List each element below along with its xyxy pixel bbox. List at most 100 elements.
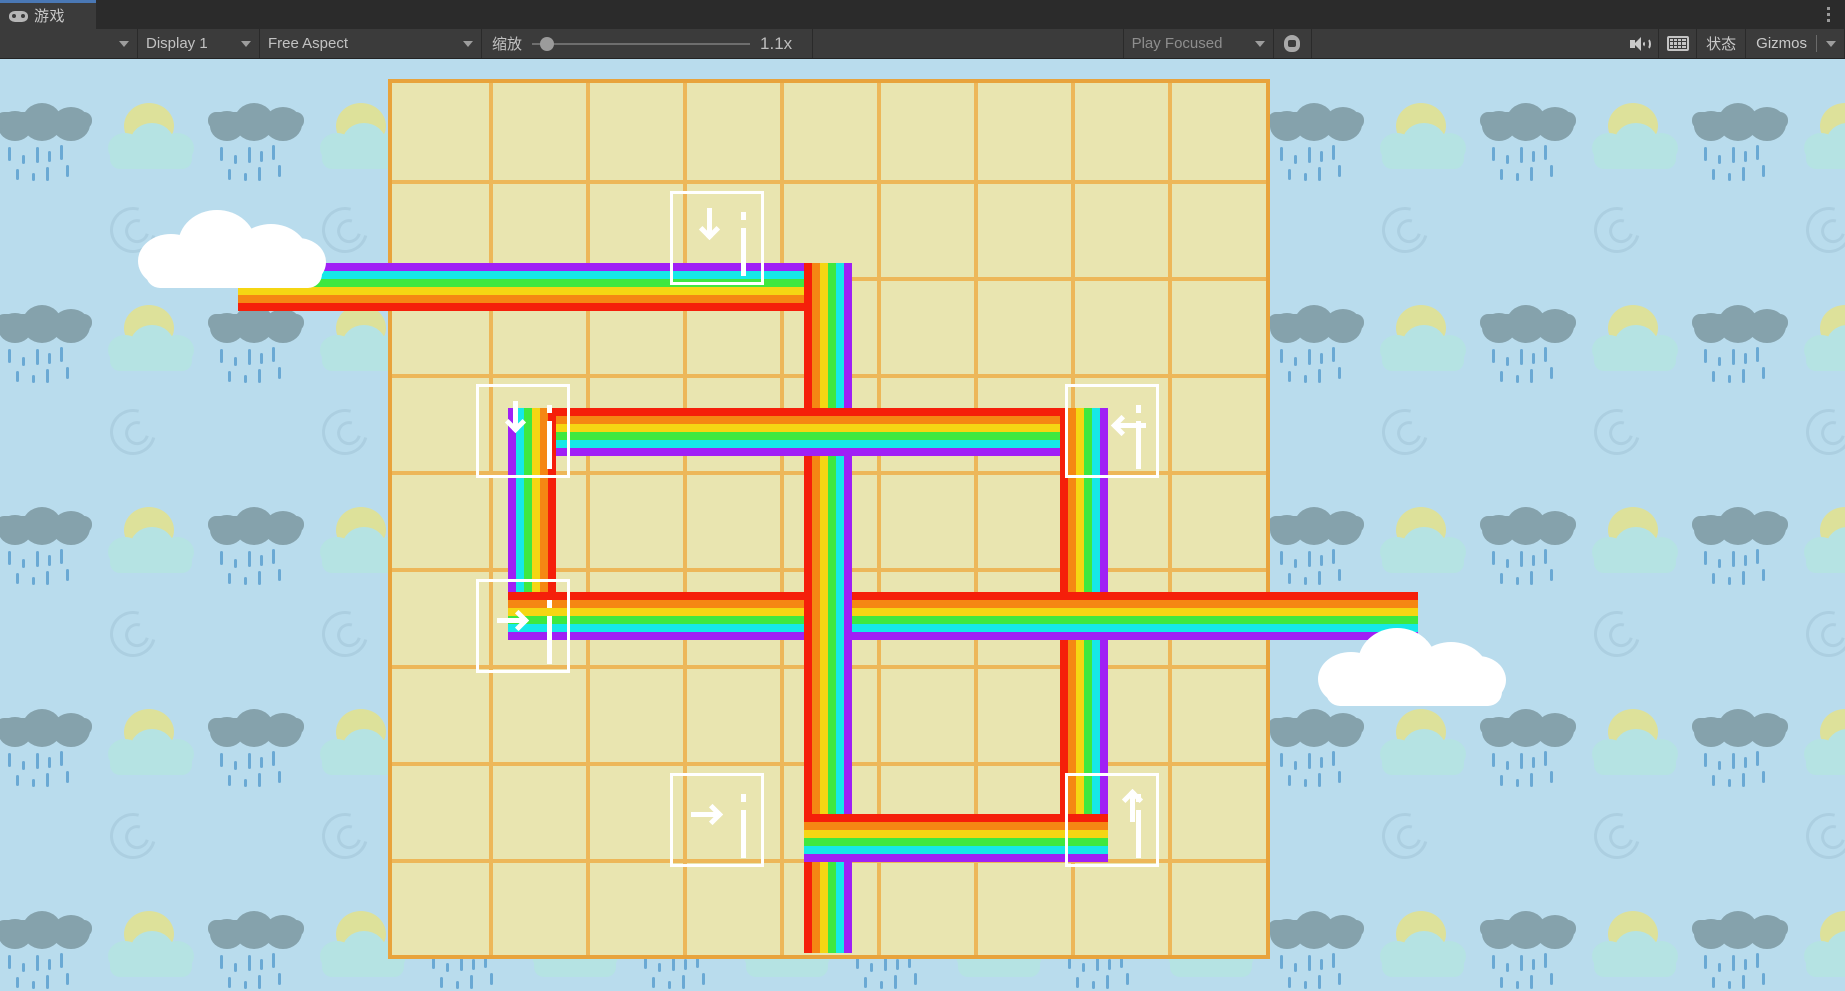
sun-behind-cloud-icon — [1380, 103, 1466, 175]
sky-pattern-tile — [1262, 59, 1474, 89]
game-view-toolbar: Display 1 Free Aspect 缩放 1.1x Play Focus… — [0, 29, 1845, 59]
sky-pattern-tile — [1686, 291, 1845, 493]
rain-cloud-icon — [1268, 103, 1364, 181]
wind-swirl-icon — [1373, 804, 1437, 868]
toolbar-spacer-right — [1311, 29, 1622, 58]
sky-pattern-tile — [1262, 89, 1474, 291]
marker-mid-right-turn[interactable] — [1065, 384, 1159, 478]
wind-swirl-icon — [101, 804, 165, 868]
marker-dash-line — [547, 600, 552, 664]
display-dropdown-value: Display 1 — [146, 35, 208, 52]
arrow-head — [1110, 414, 1133, 437]
rain-cloud-icon — [0, 507, 92, 585]
rain-cloud-icon — [1268, 305, 1364, 383]
debug-button[interactable] — [1273, 29, 1312, 58]
game-render-area[interactable] — [0, 59, 1845, 991]
marker-lower-left-turn[interactable] — [476, 579, 570, 673]
pipe-bottom-horizontal[interactable] — [804, 814, 1108, 862]
rain-cloud-icon — [208, 507, 304, 585]
rainbow-stripe-orange — [238, 295, 828, 303]
rain-cloud-icon — [1480, 305, 1576, 383]
sky-pattern-tile — [202, 291, 414, 493]
aspect-ratio-value: Free Aspect — [268, 35, 349, 52]
wind-swirl-icon — [1373, 400, 1437, 464]
marker-mid-left-turn[interactable] — [476, 384, 570, 478]
wind-swirl-icon — [313, 602, 377, 666]
zoom-value-label: 1.1x — [760, 33, 793, 53]
sun-behind-cloud-icon — [108, 103, 194, 175]
direction-arrow-right — [691, 798, 725, 832]
aspect-ratio-dropdown[interactable]: Free Aspect — [260, 29, 482, 58]
stats-icon-button[interactable] — [1659, 29, 1698, 58]
kebab-dot — [1826, 13, 1830, 16]
play-mode-dropdown[interactable]: Play Focused — [1123, 29, 1274, 58]
rain-cloud-icon — [0, 911, 92, 989]
chevron-down-icon[interactable] — [1826, 40, 1836, 47]
arrow-head — [701, 803, 724, 826]
rain-cloud-icon — [0, 103, 92, 181]
tab-game-label: 游戏 — [34, 7, 66, 25]
wind-swirl-icon — [1585, 602, 1649, 666]
cloud-end — [1318, 622, 1508, 708]
wind-swirl-icon — [101, 400, 165, 464]
rain-cloud-icon — [1692, 305, 1788, 383]
rainbow-stripe-green — [508, 616, 1418, 624]
rainbow-stripe-yellow — [804, 830, 1108, 838]
sky-pattern-tile — [1474, 59, 1686, 89]
rainbow-stripe-orange — [508, 416, 1108, 424]
gizmos-button[interactable]: Gizmos — [1746, 29, 1845, 58]
wind-swirl-icon — [1373, 198, 1437, 262]
rain-cloud-icon — [0, 709, 92, 787]
marker-bottom-left-turn[interactable] — [670, 773, 764, 867]
rainbow-stripe-green — [508, 432, 1108, 440]
rain-cloud-icon — [208, 103, 304, 181]
wind-swirl-icon — [1585, 804, 1649, 868]
wind-swirl-icon — [1585, 400, 1649, 464]
zoom-slider[interactable] — [532, 36, 751, 51]
mute-audio-button[interactable] — [1621, 29, 1660, 58]
play-mode-value: Play Focused — [1131, 35, 1223, 52]
sun-behind-cloud-icon — [108, 709, 194, 781]
sun-behind-cloud-icon — [1380, 911, 1466, 983]
sky-pattern-tile — [0, 695, 202, 897]
rain-cloud-icon — [1268, 911, 1364, 989]
zoom-slider-thumb[interactable] — [540, 36, 555, 51]
zoom-control-group: 缩放 1.1x — [482, 29, 814, 58]
sun-behind-cloud-icon — [1804, 507, 1845, 579]
kebab-menu-icon[interactable] — [1819, 2, 1837, 27]
sky-pattern-tile — [1474, 897, 1686, 991]
rainbow-stripe-cyan — [508, 624, 1418, 632]
display-dropdown[interactable]: Display 1 — [138, 29, 260, 58]
sky-pattern-tile — [0, 493, 202, 695]
grid-line-vertical — [489, 83, 493, 955]
tab-game[interactable]: 游戏 — [0, 0, 96, 29]
divider — [1816, 35, 1817, 52]
render-pipeline-dropdown[interactable] — [0, 29, 138, 58]
marker-bottom-right-turn[interactable] — [1065, 773, 1159, 867]
rain-cloud-icon — [1692, 507, 1788, 585]
rainbow-stripe-violet — [508, 632, 1418, 640]
pipe-inner-top[interactable] — [508, 408, 1108, 456]
wind-swirl-icon — [1797, 400, 1845, 464]
sun-behind-cloud-icon — [1380, 709, 1466, 781]
grid-line-vertical — [1168, 83, 1172, 955]
marker-top-turn[interactable] — [670, 191, 764, 285]
grid-line-vertical — [780, 83, 784, 955]
sky-pattern-tile — [202, 59, 414, 89]
kebab-dot — [1826, 19, 1830, 22]
sun-behind-cloud-icon — [1592, 103, 1678, 175]
pipe-mid-horizontal[interactable] — [508, 592, 1418, 640]
sun-behind-cloud-icon — [1380, 305, 1466, 377]
sky-pattern-tile — [202, 493, 414, 695]
marker-dash-line — [1136, 405, 1141, 469]
chevron-down-icon — [1254, 40, 1265, 47]
marker-dash-line — [741, 794, 746, 858]
bug-icon — [1284, 35, 1301, 52]
rain-cloud-icon — [1692, 103, 1788, 181]
rainbow-stripe-green — [804, 838, 1108, 846]
sky-pattern-tile — [1686, 493, 1845, 695]
stats-button[interactable]: 状态 — [1697, 29, 1747, 58]
wind-swirl-icon — [1797, 804, 1845, 868]
sky-pattern-tile — [1686, 59, 1845, 89]
keyboard-icon — [1666, 36, 1689, 51]
